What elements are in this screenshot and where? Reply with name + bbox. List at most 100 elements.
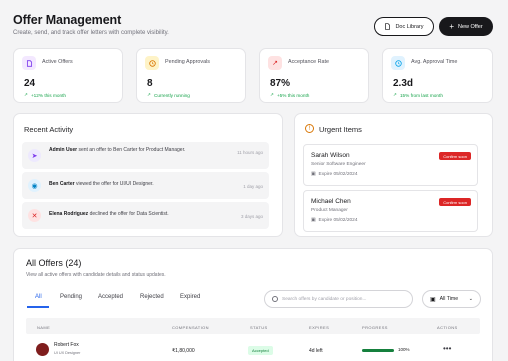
activity-text: Ben Carter viewed the offer for UI/UI De… — [49, 181, 219, 188]
tab-rejected[interactable]: Rejected — [140, 294, 164, 300]
activity-actor: Ben Carter — [49, 181, 75, 187]
activity-item: ➤ Admin User sent an offer to Ben Carter… — [22, 142, 269, 169]
doc-library-label: Doc Library — [395, 23, 424, 30]
activity-text: Admin User sent an offer to Ben Carter f… — [49, 147, 219, 154]
stat-trend: ↗ +12% this month — [24, 92, 66, 98]
stat-trend: ↗ +5% this month — [270, 92, 309, 98]
status-badge: Confirm soon — [439, 198, 471, 206]
urgent-expiry: ▣ Expire 05/02/2024 — [311, 172, 357, 177]
chevron-down-icon: ⌄ — [468, 296, 473, 302]
candidate-name: Robert Fox — [54, 342, 79, 348]
expires-value: 4d left — [309, 348, 323, 354]
stat-trend-text: 15% from last month — [399, 92, 443, 98]
activity-time: 11 hours ago — [237, 150, 263, 155]
status-badge: Accepted — [248, 346, 273, 355]
trend-up-icon: ↗ — [24, 92, 28, 97]
search-input[interactable]: Search offers by candidate or position..… — [282, 297, 366, 302]
calendar-icon: ▣ — [430, 296, 436, 303]
stat-trend: ↗ Currently running — [147, 92, 190, 98]
urgent-expiry-text: Expire 05/02/2024 — [318, 172, 358, 177]
stat-card-avg-approval-time: Avg. Approval Time 2.3d ↗ 15% from last m… — [382, 48, 493, 103]
activity-description: viewed the offer for UI/UI Designer. — [74, 181, 154, 187]
more-actions-icon[interactable]: ••• — [443, 344, 451, 353]
activity-item: ✕ Elena Rodriguez declined the offer for… — [22, 202, 269, 229]
send-icon: ➤ — [28, 149, 41, 162]
urgent-items-panel: ! Urgent Items Sarah Wilson Senior Softw… — [294, 113, 493, 237]
alert-icon: ! — [305, 124, 314, 133]
column-header-compensation: COMPENSATION — [172, 325, 209, 330]
compensation-value: ₹1,80,000 — [172, 348, 195, 354]
column-header-name: NAME — [37, 325, 51, 330]
stat-card-pending-approvals: Pending Approvals 8 ↗ Currently running — [136, 48, 246, 103]
activity-actor: Admin User — [49, 147, 78, 153]
activity-description: declined the offer for Data Scientist. — [88, 211, 169, 217]
progress-fill — [362, 349, 394, 352]
new-offer-label: New Offer — [458, 23, 483, 30]
all-offers-subtitle: View all active offers with candidate de… — [26, 272, 166, 278]
column-header-expires: EXPIRES — [309, 325, 330, 330]
stat-trend-text: Currently running — [153, 92, 190, 98]
candidate-role: UI UX Designer — [54, 351, 81, 355]
stat-card-active-offers: Active Offers 24 ↗ +12% this month — [13, 48, 123, 103]
document-icon — [22, 56, 36, 70]
stat-trend-text: +12% this month — [30, 92, 66, 98]
stat-label: Active Offers — [42, 59, 73, 65]
stat-value: 2.3d — [393, 78, 414, 89]
activity-description: sent an offer to Ben Carter for Product … — [77, 147, 186, 153]
urgent-item[interactable]: Michael Chen Product Manager ▣ Expire 05/… — [303, 190, 478, 232]
tab-expired[interactable]: Expired — [180, 294, 200, 300]
activity-item: ◉ Ben Carter viewed the offer for UI/UI … — [22, 172, 269, 199]
recent-activity-panel: Recent Activity ➤ Admin User sent an off… — [13, 113, 283, 237]
trend-up-icon: ↗ — [147, 92, 151, 97]
column-header-status: STATUS — [250, 325, 268, 330]
recent-activity-title: Recent Activity — [24, 125, 74, 134]
page-subtitle: Create, send, and track offer letters wi… — [13, 30, 169, 36]
search-box[interactable]: Search offers by candidate or position..… — [264, 290, 413, 308]
calendar-icon: ▣ — [311, 172, 316, 177]
plus-icon: + — [449, 21, 454, 31]
activity-actor: Elena Rodriguez — [49, 211, 89, 217]
urgent-candidate-name: Michael Chen — [311, 198, 351, 205]
stat-trend-text: +5% this month — [276, 92, 310, 98]
page-title: Offer Management — [13, 13, 122, 27]
progress-bar — [362, 349, 394, 352]
all-offers-title: All Offers (24) — [26, 258, 82, 268]
stat-card-acceptance-rate: ↗ Acceptance Rate 87% ↗ +5% this month — [259, 48, 369, 103]
stat-label: Avg. Approval Time — [411, 59, 458, 65]
activity-time: 1 day ago — [243, 184, 263, 189]
clock-icon — [391, 56, 405, 70]
tab-accepted[interactable]: Accepted — [98, 294, 123, 300]
stat-value: 8 — [147, 78, 153, 89]
calendar-icon: ▣ — [311, 218, 316, 223]
column-header-actions: ACTIONS — [437, 325, 458, 330]
stat-value: 24 — [24, 78, 36, 89]
table-row[interactable]: Robert Fox UI UX Designer ₹1,80,000 Acce… — [26, 338, 480, 361]
search-icon — [272, 296, 278, 302]
new-offer-button[interactable]: + New Offer — [439, 17, 493, 36]
urgent-item[interactable]: Sarah Wilson Senior Software Engineer ▣ E… — [303, 144, 478, 186]
stat-label: Pending Approvals — [165, 59, 210, 65]
trend-up-icon: ↗ — [270, 92, 274, 97]
eye-icon: ◉ — [28, 179, 41, 192]
activity-time: 3 days ago — [240, 214, 263, 219]
stat-trend: ↗ 15% from last month — [393, 92, 443, 98]
activity-text: Elena Rodriguez declined the offer for D… — [49, 211, 219, 218]
clock-icon — [145, 56, 159, 70]
urgent-expiry: ▣ Expire 05/02/2024 — [311, 218, 357, 223]
avatar — [36, 343, 49, 356]
time-filter-select[interactable]: ▣ All Time ⌄ — [422, 290, 481, 308]
document-icon — [385, 23, 391, 30]
tab-all[interactable]: All — [35, 294, 42, 300]
tab-pending[interactable]: Pending — [60, 294, 82, 300]
active-tab-indicator — [27, 306, 49, 308]
urgent-expiry-text: Expire 05/02/2024 — [318, 218, 358, 223]
urgent-candidate-role: Senior Software Engineer — [311, 162, 366, 167]
x-icon: ✕ — [28, 209, 41, 222]
urgent-candidate-name: Sarah Wilson — [311, 152, 350, 159]
urgent-items-title: Urgent Items — [319, 125, 362, 134]
progress-label: 100% — [398, 347, 410, 352]
status-badge: Confirm soon — [439, 152, 471, 160]
column-header-progress: PROGRESS — [362, 325, 388, 330]
doc-library-button[interactable]: Doc Library — [374, 17, 434, 36]
time-filter-value: All Time — [439, 296, 459, 302]
